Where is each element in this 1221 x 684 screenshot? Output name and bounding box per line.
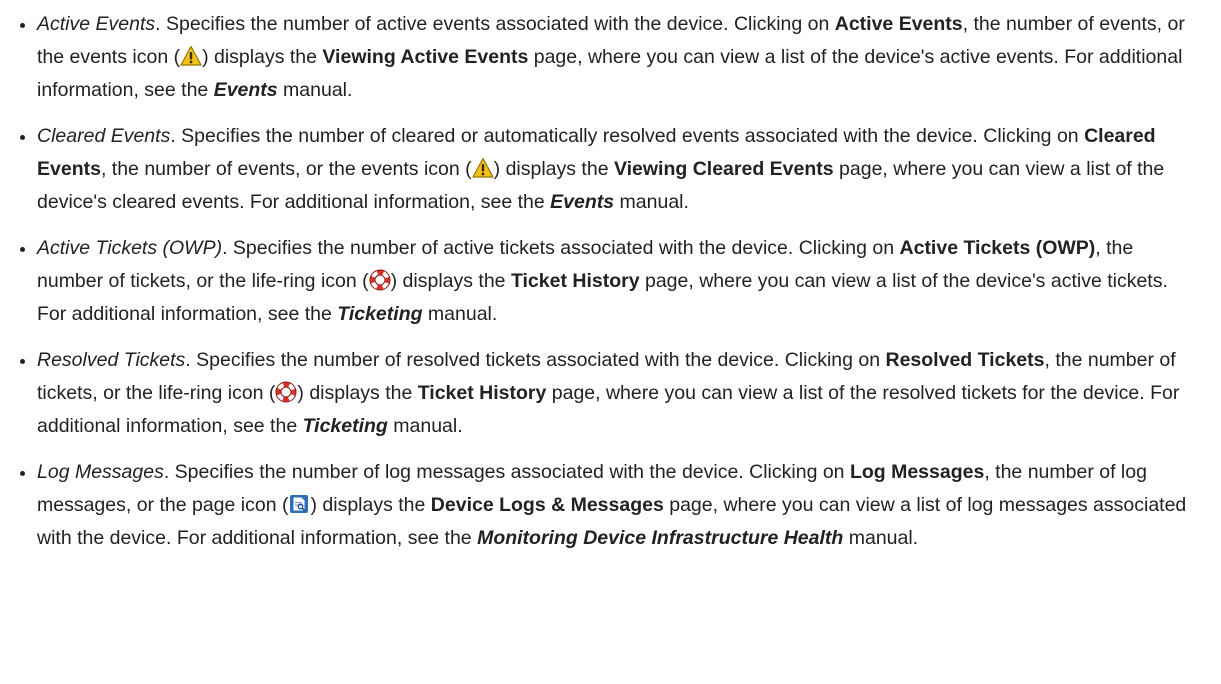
manual-name: Ticketing: [302, 415, 388, 437]
warning-icon: [472, 157, 494, 179]
bullet: [20, 247, 25, 252]
bullet: [20, 359, 25, 364]
term: Active Tickets (OWP): [37, 237, 223, 259]
warning-icon: [180, 45, 202, 67]
list-item-resolved-tickets: Resolved Tickets. Specifies the number o…: [12, 344, 1201, 443]
bullet: [20, 23, 25, 28]
manual-name: Monitoring Device Infrastructure Health: [477, 527, 844, 549]
list-item-log-messages: Log Messages. Specifies the number of lo…: [12, 456, 1201, 555]
page-name: Viewing Active Events: [322, 46, 529, 68]
bullet: [20, 471, 25, 476]
field-list: Active Events. Specifies the number of a…: [12, 8, 1201, 555]
page-icon: [288, 493, 310, 515]
term: Active Events: [37, 13, 156, 35]
ui-label: Resolved Tickets: [885, 349, 1045, 371]
page-name: Viewing Cleared Events: [613, 158, 834, 180]
life-ring-icon: [369, 269, 391, 291]
page-name: Ticket History: [417, 382, 547, 404]
manual-name: Events: [550, 191, 615, 213]
manual-name: Events: [213, 79, 278, 101]
page-name: Device Logs & Messages: [430, 494, 664, 516]
bullet: [20, 135, 25, 140]
ui-label: Log Messages: [849, 461, 985, 483]
term: Resolved Tickets: [37, 349, 186, 371]
ui-label: Active Tickets (OWP): [899, 237, 1096, 259]
manual-name: Ticketing: [337, 303, 423, 325]
term: Log Messages: [37, 461, 164, 483]
list-item-active-tickets: Active Tickets (OWP). Specifies the numb…: [12, 232, 1201, 331]
list-item-cleared-events: Cleared Events. Specifies the number of …: [12, 120, 1201, 219]
term: Cleared Events: [37, 125, 171, 147]
document-body: Active Events. Specifies the number of a…: [0, 0, 1221, 555]
list-item-active-events: Active Events. Specifies the number of a…: [12, 8, 1201, 107]
life-ring-icon: [275, 381, 297, 403]
page-name: Ticket History: [510, 270, 640, 292]
ui-label: Active Events: [834, 13, 963, 35]
